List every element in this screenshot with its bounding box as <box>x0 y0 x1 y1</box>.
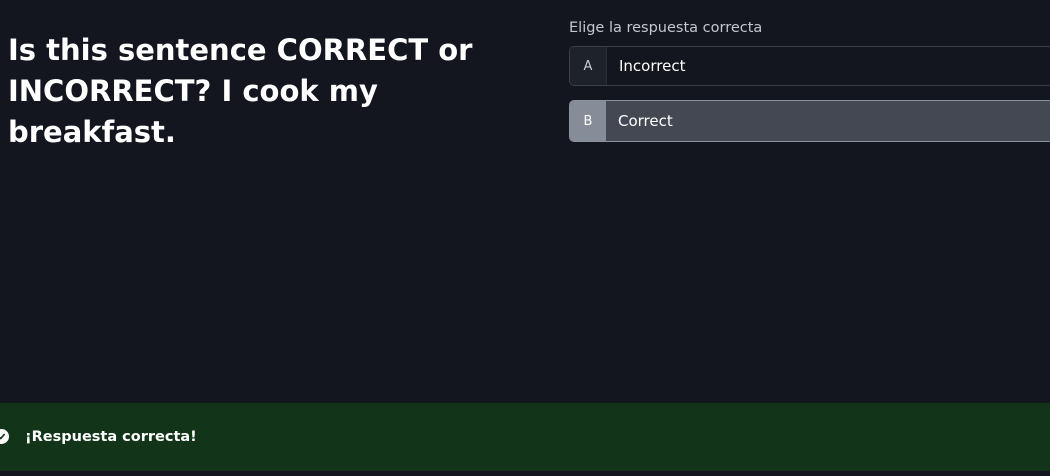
option-letter: A <box>570 47 607 85</box>
answer-option-a[interactable]: A Incorrect <box>569 46 1050 86</box>
check-circle-icon <box>0 429 9 444</box>
feedback-message: ¡Respuesta correcta! <box>25 429 197 445</box>
answer-option-b[interactable]: B Correct <box>569 100 1050 142</box>
feedback-banner: ¡Respuesta correcta! <box>0 403 1050 471</box>
quiz-page: Is this sentence CORRECT or INCORRECT? I… <box>0 0 1050 476</box>
answer-panel: Elige la respuesta correcta A Incorrect … <box>569 18 1050 142</box>
option-label: Correct <box>618 112 673 130</box>
option-letter: B <box>570 101 606 141</box>
option-label: Incorrect <box>619 57 686 75</box>
bottom-edge <box>0 471 1050 476</box>
question-text: Is this sentence CORRECT or INCORRECT? I… <box>8 33 473 149</box>
answer-prompt: Elige la respuesta correcta <box>569 20 763 36</box>
